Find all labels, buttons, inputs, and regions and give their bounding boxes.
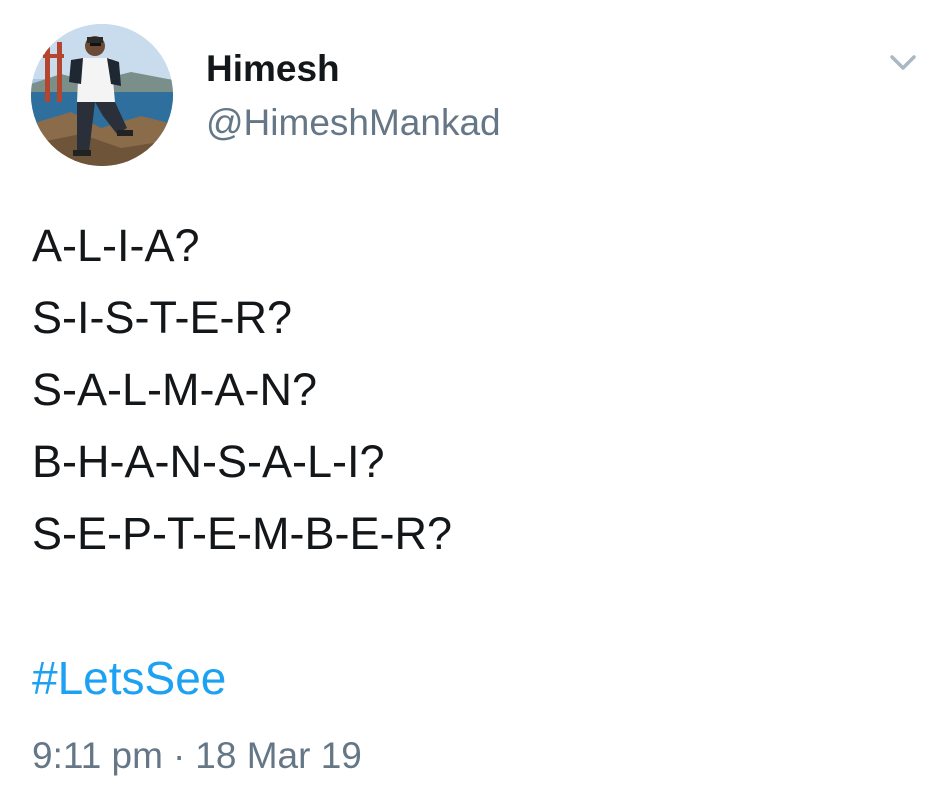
tweet-card: Himesh @HimeshMankad A-L-I-A? S-I-S-T-E-… [0, 0, 948, 800]
tweet-timestamp[interactable]: 9:11 pm · 18 Mar 19 [32, 734, 362, 778]
display-name[interactable]: Himesh [206, 50, 340, 87]
tweet-line: S-I-S-T-E-R? [32, 292, 293, 343]
hashtag-link[interactable]: #LetsSee [32, 650, 226, 706]
tweet-line: B-H-A-N-S-A-L-I? [32, 436, 385, 487]
tweet-time: 9:11 pm [32, 735, 163, 776]
profile-photo-icon [31, 24, 173, 166]
tweet-text: A-L-I-A? S-I-S-T-E-R? S-A-L-M-A-N? B-H-A… [32, 210, 452, 570]
tweet-date: 18 Mar 19 [195, 735, 362, 776]
avatar[interactable] [31, 24, 173, 166]
chevron-down-icon[interactable] [884, 47, 922, 77]
user-handle[interactable]: @HimeshMankad [206, 104, 501, 141]
tweet-line: S-E-P-T-E-M-B-E-R? [32, 508, 452, 559]
meta-separator: · [172, 735, 186, 776]
tweet-line: A-L-I-A? [32, 220, 200, 271]
tweet-line: S-A-L-M-A-N? [32, 364, 318, 415]
